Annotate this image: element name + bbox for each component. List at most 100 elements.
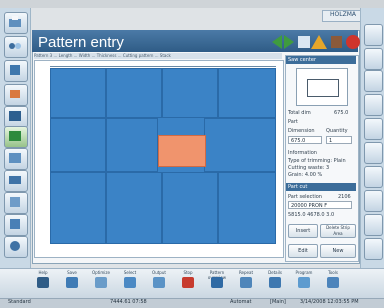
toolbar-label: Save bbox=[67, 270, 77, 275]
header-toolbar bbox=[270, 33, 362, 51]
user-icon[interactable] bbox=[364, 118, 383, 140]
pattern-cell[interactable] bbox=[162, 68, 218, 118]
information-label: Information bbox=[288, 150, 317, 156]
toolbar-label: Optimize bbox=[92, 270, 110, 275]
pattern-cell[interactable] bbox=[50, 172, 106, 244]
toolbar-label: Program bbox=[295, 270, 313, 275]
toolbar-program-button[interactable]: Program bbox=[291, 270, 317, 292]
list-icon[interactable] bbox=[364, 166, 383, 188]
toolbar-label: Select bbox=[123, 270, 137, 275]
toolbar-pattern-overview-button[interactable]: Pattern overview bbox=[204, 270, 230, 292]
info-row: Grain: 4.00 % bbox=[288, 172, 323, 178]
print-icon[interactable] bbox=[4, 170, 28, 192]
pattern-cell[interactable] bbox=[218, 172, 276, 244]
dimension-field[interactable]: 675.0 bbox=[288, 136, 322, 144]
toolbar-tools-button[interactable]: Tools bbox=[320, 270, 346, 292]
cut-icon[interactable] bbox=[4, 84, 28, 106]
select-icon bbox=[124, 277, 136, 288]
status-time: 7444.61 07:58 bbox=[110, 299, 147, 305]
toolbar-label: Repeat bbox=[238, 270, 254, 275]
scan-icon[interactable] bbox=[364, 214, 383, 236]
pattern-cell[interactable] bbox=[204, 118, 276, 172]
pattern-overview-icon bbox=[211, 277, 223, 288]
page-title: Pattern entry bbox=[38, 34, 124, 51]
toolbar-label: Help bbox=[38, 270, 48, 275]
list-icon[interactable] bbox=[4, 148, 28, 170]
pattern-icon[interactable] bbox=[4, 106, 28, 128]
quantity-field[interactable]: 1 bbox=[326, 136, 352, 144]
brand-logo: HOLZMA bbox=[322, 10, 364, 22]
part-preview-shape bbox=[307, 79, 339, 97]
stop-icon bbox=[182, 277, 194, 288]
stack-icon[interactable] bbox=[364, 70, 383, 92]
toolbar-optimize-button[interactable]: Optimize bbox=[88, 270, 114, 292]
truck-icon[interactable] bbox=[364, 94, 383, 116]
new-button[interactable]: New bbox=[320, 244, 356, 258]
arrow-right-icon[interactable] bbox=[364, 24, 383, 46]
part-label: Part bbox=[288, 119, 298, 125]
toolbar-repeat-button[interactable]: Repeat bbox=[233, 270, 259, 292]
pattern-cell[interactable] bbox=[106, 68, 162, 118]
chart-icon[interactable] bbox=[364, 48, 383, 70]
toolbar-label: Output bbox=[152, 270, 166, 275]
details-icon bbox=[269, 277, 281, 288]
selected-part[interactable] bbox=[158, 135, 206, 167]
pattern-cell[interactable] bbox=[218, 68, 276, 118]
settings-icon[interactable] bbox=[4, 236, 28, 258]
pattern-cell[interactable] bbox=[50, 68, 106, 118]
toolbar-save-button[interactable]: Save bbox=[59, 270, 85, 292]
grid-icon[interactable] bbox=[4, 126, 28, 148]
robot-icon bbox=[331, 36, 342, 48]
toolbar-output-button[interactable]: Output bbox=[146, 270, 172, 292]
preview-header: Saw center bbox=[286, 56, 356, 64]
pattern-cell[interactable] bbox=[106, 172, 162, 244]
toolbar-label: Tools bbox=[328, 270, 338, 275]
part-code-secondary: 5815.0 4678.0 3.0 bbox=[288, 212, 335, 218]
warning-icon bbox=[311, 35, 327, 49]
dimension-label: Dimension bbox=[288, 128, 315, 134]
toolbar-label: Stop bbox=[183, 270, 193, 275]
status-state: [Main] bbox=[270, 299, 286, 305]
program-icon bbox=[298, 277, 310, 288]
quantity-label: Quantity bbox=[326, 128, 348, 134]
tools-icon bbox=[327, 277, 339, 288]
part-selection-value: 2106 bbox=[338, 194, 351, 200]
info-row: Type of trimming: Plain bbox=[288, 158, 346, 164]
pattern-ruler bbox=[50, 62, 276, 67]
optimize-icon bbox=[95, 277, 107, 288]
ruler-icon[interactable] bbox=[4, 214, 28, 236]
part-preview bbox=[296, 68, 348, 106]
pattern-cell[interactable] bbox=[162, 172, 218, 244]
info-icon[interactable] bbox=[364, 190, 383, 212]
part-selection-label: Part selection bbox=[288, 194, 322, 200]
save-icon bbox=[66, 277, 78, 288]
status-datetime: 3/14/2008 12:03:55 PM bbox=[300, 299, 359, 305]
info-row: Cutting waste: 3 bbox=[288, 165, 330, 171]
stop-icon bbox=[346, 35, 360, 49]
tools-icon[interactable] bbox=[364, 142, 383, 164]
toolbar-select-button[interactable]: Select bbox=[117, 270, 143, 292]
logout-icon[interactable] bbox=[364, 238, 383, 260]
status-mode2: Automat bbox=[230, 299, 252, 305]
edit-button[interactable]: Edit bbox=[288, 244, 318, 258]
layout-icon[interactable] bbox=[4, 36, 28, 58]
part-code-field[interactable]: 20000 PRON F bbox=[288, 201, 352, 209]
toolbar-label: Details bbox=[268, 270, 282, 275]
home-icon[interactable] bbox=[4, 12, 28, 34]
pattern-info-line: Pattern 3 ... Length ... Width ... Thick… bbox=[34, 53, 282, 59]
zoom-icon bbox=[298, 36, 310, 48]
arrow-right-icon bbox=[284, 35, 294, 49]
arrow-left-icon bbox=[272, 35, 282, 49]
brush-icon[interactable] bbox=[4, 192, 28, 214]
total-value: 675.0 bbox=[334, 110, 349, 116]
pattern-cell[interactable] bbox=[106, 118, 158, 172]
delete-strip-button[interactable]: Delete Strip Area bbox=[320, 224, 356, 238]
toolbar-details-button[interactable]: Details bbox=[262, 270, 288, 292]
toolbar-help-button[interactable]: Help bbox=[30, 270, 56, 292]
status-mode: Standard bbox=[8, 299, 31, 305]
total-label: Total dim bbox=[288, 110, 311, 116]
pattern-cell[interactable] bbox=[50, 118, 106, 172]
insert-button[interactable]: Insert bbox=[288, 224, 318, 238]
book-icon[interactable] bbox=[4, 60, 28, 82]
toolbar-stop-button[interactable]: Stop bbox=[175, 270, 201, 292]
